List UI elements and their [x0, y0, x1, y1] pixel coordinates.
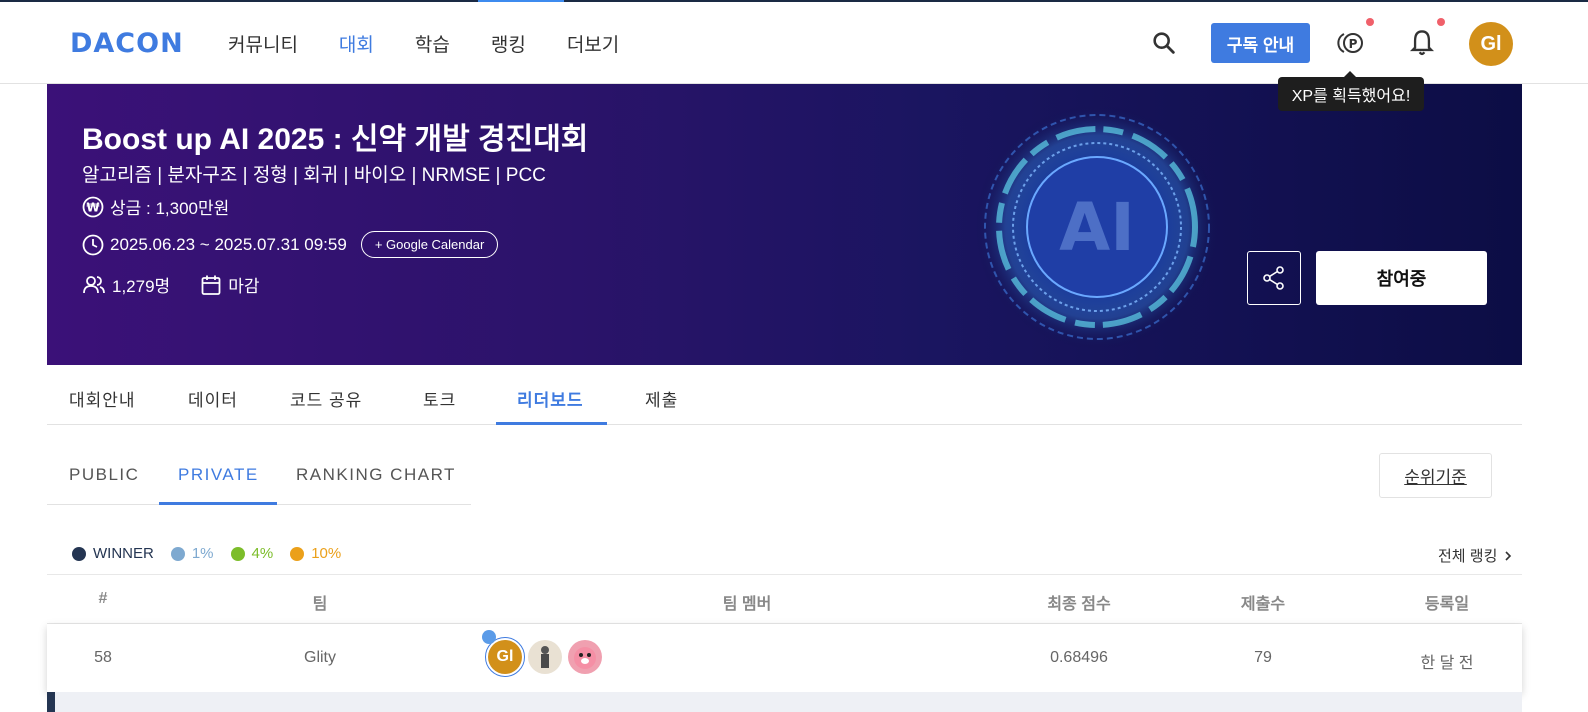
competition-banner: AI Boost up AI 2025 : 신약 개발 경진대회 알고리즘 | …: [47, 84, 1522, 365]
tier-legend: WINNER 1% 4% 10%: [72, 545, 358, 562]
prize-text: 상금 : 1,300만원: [110, 199, 230, 218]
user-avatar[interactable]: Gl: [1469, 22, 1513, 66]
table-row[interactable]: 58 Glity Gl 0.68496 79 한 달 전: [47, 624, 1522, 692]
active-tab-indicator: [496, 422, 607, 425]
rank-basis-button[interactable]: 순위기준: [1379, 453, 1492, 498]
row-rank: 58: [94, 649, 112, 666]
legend-1pct: 1%: [170, 545, 214, 562]
chevron-right-icon: [1505, 550, 1512, 561]
svg-text:₩: ₩: [86, 200, 100, 214]
col-team: 팀: [312, 596, 328, 613]
share-button[interactable]: [1247, 251, 1301, 305]
row-registered: 한 달 전: [1420, 655, 1474, 672]
legend-winner: WINNER: [72, 545, 154, 562]
point-icon[interactable]: P: [1336, 30, 1366, 56]
calendar-icon: [201, 275, 221, 295]
clock-icon: [82, 234, 104, 255]
row-score: 0.68496: [1050, 649, 1108, 666]
prize-row: ₩ 상금 : 1,300만원: [82, 194, 229, 219]
col-submissions: 제출수: [1240, 596, 1286, 613]
legend-10pct: 10%: [290, 545, 341, 562]
leaderboard-subtabs: PUBLIC PRIVATE RANKING CHART: [47, 445, 471, 505]
tab-leaderboard[interactable]: 리더보드: [517, 386, 584, 411]
next-table-row[interactable]: [47, 692, 1522, 712]
dacon-logo[interactable]: DACON: [70, 28, 184, 59]
nav-competition[interactable]: 대회: [339, 30, 374, 57]
ai-art-text: AI: [1059, 189, 1135, 266]
full-ranking-link[interactable]: 전체 랭킹: [1438, 545, 1515, 566]
col-rank: #: [98, 590, 108, 607]
google-calendar-button[interactable]: + Google Calendar: [360, 231, 499, 258]
col-score: 최종 점수: [1047, 596, 1111, 613]
xp-tooltip: XP를 획득했어요!: [1278, 71, 1424, 111]
subtab-private[interactable]: PRIVATE: [178, 465, 259, 485]
nav-community[interactable]: 커뮤니티: [228, 30, 298, 57]
bell-icon[interactable]: [1408, 28, 1436, 58]
tab-code-share[interactable]: 코드 공유: [290, 386, 362, 411]
period-row: 2025.06.23 ~ 2025.07.31 09:59 + Google C…: [82, 231, 499, 258]
member-avatar[interactable]: [528, 640, 562, 674]
tab-talk[interactable]: 토크: [423, 386, 456, 411]
nav-more[interactable]: 더보기: [567, 30, 619, 57]
meta-row: 1,279명 마감: [82, 272, 259, 297]
participants-text: 1,279명: [112, 277, 171, 296]
col-registered: 등록일: [1424, 596, 1470, 613]
subtab-public[interactable]: PUBLIC: [69, 465, 139, 485]
join-status-button[interactable]: 참여중: [1316, 251, 1487, 305]
ai-circuit-art: AI: [975, 105, 1219, 349]
bell-notification-dot: [1437, 18, 1445, 26]
row-submissions: 79: [1254, 649, 1272, 666]
tab-data[interactable]: 데이터: [188, 386, 238, 411]
subscribe-button[interactable]: 구독 안내: [1211, 23, 1310, 63]
nav-ranking[interactable]: 랭킹: [491, 30, 526, 57]
search-icon[interactable]: [1150, 29, 1178, 57]
subtab-ranking-chart[interactable]: RANKING CHART: [296, 465, 456, 485]
person-photo-icon: [541, 646, 549, 668]
character-photo-icon: [574, 647, 596, 669]
row-team[interactable]: Glity: [304, 649, 336, 667]
crown-icon: [482, 630, 496, 644]
competition-title: Boost up AI 2025 : 신약 개발 경진대회: [82, 123, 589, 156]
row-members: Gl: [482, 630, 608, 677]
tab-overview[interactable]: 대회안내: [69, 386, 136, 411]
tab-submit[interactable]: 제출: [645, 386, 678, 411]
status-text: 마감: [228, 277, 260, 296]
member-avatar[interactable]: [568, 640, 602, 674]
member-avatar[interactable]: Gl: [482, 630, 525, 677]
share-icon: [1263, 266, 1284, 290]
main-nav: 커뮤니티 대회 학습 랭킹 더보기: [228, 30, 660, 57]
active-subtab-indicator: [159, 502, 277, 505]
won-icon: ₩: [82, 196, 104, 217]
nav-learning[interactable]: 학습: [415, 30, 450, 57]
leaderboard-header: # 팀 팀 멤버 최종 점수 제출수 등록일: [47, 574, 1522, 624]
competition-tags: 알고리즘 | 분자구조 | 정형 | 회귀 | 바이오 | NRMSE | PC…: [82, 165, 546, 186]
people-icon: [83, 275, 105, 293]
period-text: 2025.06.23 ~ 2025.07.31 09:59: [110, 234, 347, 254]
point-notification-dot: [1366, 18, 1374, 26]
competition-tabs: 대회안내 데이터 코드 공유 토크 리더보드 제출: [47, 366, 1522, 425]
legend-4pct: 4%: [230, 545, 273, 562]
col-members: 팀 멤버: [722, 596, 772, 613]
svg-text:P: P: [1349, 37, 1358, 51]
